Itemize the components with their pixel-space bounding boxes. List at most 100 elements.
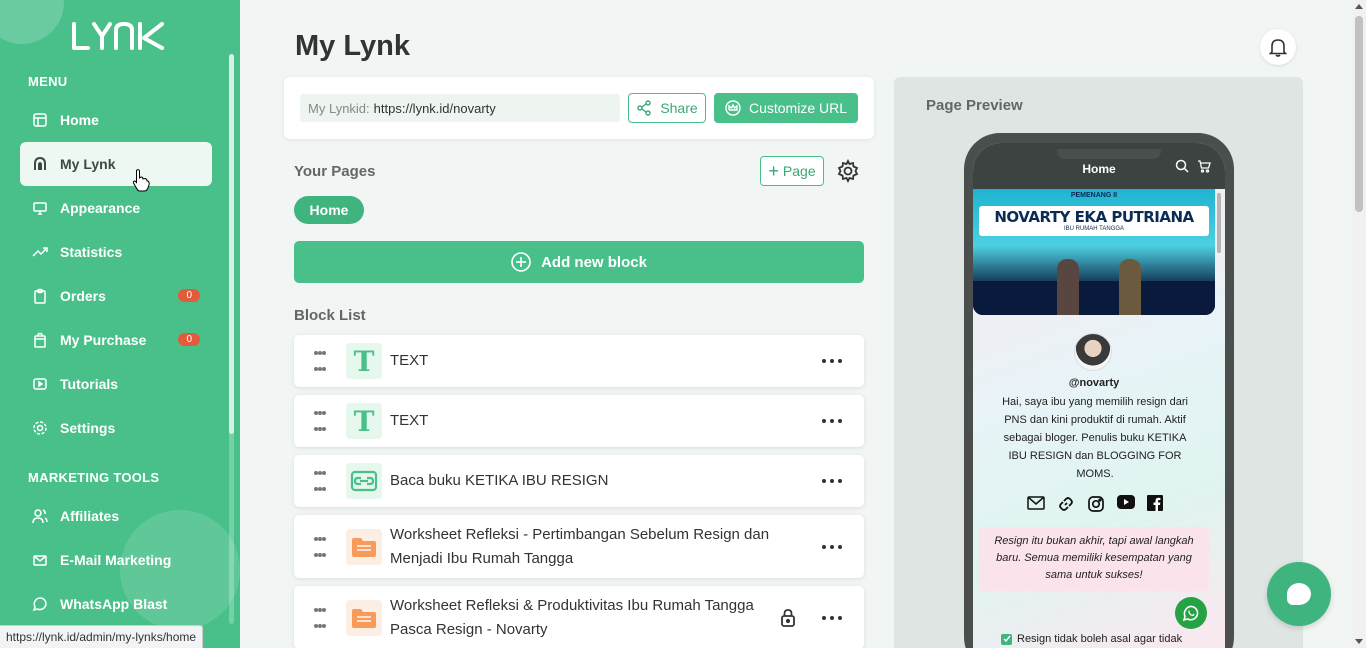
phone-screen[interactable]: Home PEMENANG II NOVARTY EKA PUTRIANA IB… xyxy=(973,143,1225,648)
whatsapp-float-button[interactable] xyxy=(1175,597,1207,629)
phone-scrollbar[interactable] xyxy=(1217,193,1221,253)
sidebar-item-appearance[interactable]: Appearance xyxy=(20,186,212,230)
sidebar-item-email-marketing[interactable]: E-Mail Marketing xyxy=(20,538,212,582)
whatsapp-icon xyxy=(1182,605,1199,622)
add-page-label: Page xyxy=(782,163,816,179)
chat-support-button[interactable] xyxy=(1267,562,1331,626)
more-options-icon[interactable] xyxy=(822,544,842,549)
block-title: Worksheet Refleksi - Pertimbangan Sebelu… xyxy=(390,525,770,567)
lynk-logo[interactable] xyxy=(70,20,170,54)
tab-home[interactable]: Home xyxy=(294,196,364,224)
sidebar-item-settings[interactable]: Settings xyxy=(20,406,212,450)
facebook-icon[interactable] xyxy=(1147,495,1163,511)
avatar xyxy=(1074,333,1112,371)
page-preview-panel: Page Preview Home PEMENANG II NOVARTY EK… xyxy=(894,77,1303,648)
block-item[interactable]: Worksheet Refleksi & Produktivitas Ibu R… xyxy=(294,586,864,648)
lynk-url-value: https://lynk.id/novarty xyxy=(373,100,496,116)
search-icon[interactable] xyxy=(1175,159,1189,173)
sidebar-item-label: Home xyxy=(60,112,99,128)
checklist-item: Resign tidak boleh asal agar tidak xyxy=(1001,633,1182,645)
banner-stage xyxy=(973,281,1215,315)
more-options-icon[interactable] xyxy=(822,615,842,620)
add-page-button[interactable]: + Page xyxy=(760,156,824,186)
sidebar-item-affiliates[interactable]: Affiliates xyxy=(20,494,212,538)
sidebar-item-orders[interactable]: Orders 0 xyxy=(20,274,212,318)
youtube-icon[interactable] xyxy=(1117,495,1135,509)
plus-circle-icon xyxy=(511,252,531,272)
more-options-icon[interactable] xyxy=(822,359,842,363)
users-icon xyxy=(32,508,48,524)
block-item[interactable]: T TEXT xyxy=(294,395,864,447)
block-item[interactable]: Baca buku KETIKA IBU RESIGN xyxy=(294,455,864,507)
sidebar-item-my-lynk[interactable]: My Lynk xyxy=(20,142,212,192)
your-pages-heading: Your Pages xyxy=(294,163,376,180)
banner-person xyxy=(1057,259,1079,315)
lynk-url-card: My Lynkid: https://lynk.id/novarty Share… xyxy=(284,77,874,139)
lock-icon xyxy=(780,608,796,628)
lynk-icon xyxy=(32,156,48,172)
sidebar-item-label: My Lynk xyxy=(60,156,116,172)
cart-icon[interactable] xyxy=(1197,159,1211,173)
notification-button[interactable] xyxy=(1260,29,1296,65)
block-list-heading: Block List xyxy=(294,307,366,324)
chat-bubble-icon xyxy=(1287,583,1311,605)
drag-handle-icon[interactable] xyxy=(314,607,326,628)
block-title: TEXT xyxy=(390,352,429,369)
sidebar-item-home[interactable]: Home xyxy=(20,98,212,142)
drag-handle-icon[interactable] xyxy=(314,351,326,371)
play-icon xyxy=(32,376,48,392)
sidebar-item-my-purchase[interactable]: My Purchase 0 xyxy=(20,318,212,362)
more-options-icon[interactable] xyxy=(822,419,842,423)
marketing-tools-heading: MARKETING TOOLS xyxy=(28,470,160,485)
share-button[interactable]: Share xyxy=(628,93,706,123)
sidebar-item-label: Tutorials xyxy=(60,376,119,392)
sidebar-item-whatsapp-blast[interactable]: WhatsApp Blast xyxy=(20,582,212,626)
share-label: Share xyxy=(660,100,698,116)
sidebar-item-label: Statistics xyxy=(60,244,123,260)
menu-heading: MENU xyxy=(28,74,68,89)
instagram-icon[interactable] xyxy=(1087,495,1105,513)
sidebar-scrollbar-thumb[interactable] xyxy=(229,54,234,434)
monitor-icon xyxy=(32,200,48,216)
block-item[interactable]: T TEXT xyxy=(294,335,864,387)
sidebar-item-statistics[interactable]: Statistics xyxy=(20,230,212,274)
lynk-url-field[interactable]: My Lynkid: https://lynk.id/novarty xyxy=(300,94,620,122)
text-block-icon: T xyxy=(346,403,382,439)
crown-icon xyxy=(725,100,741,116)
add-new-block-label: Add new block xyxy=(541,253,647,271)
customize-url-button[interactable]: Customize URL xyxy=(714,93,858,123)
whatsapp-icon xyxy=(32,596,48,612)
sidebar-item-label: Appearance xyxy=(60,200,141,216)
customize-url-label: Customize URL xyxy=(748,100,848,116)
decor-bubble xyxy=(0,0,64,44)
plus-icon: + xyxy=(768,161,779,181)
page-title: My Lynk xyxy=(295,30,410,62)
add-new-block-button[interactable]: Add new block xyxy=(294,241,864,283)
sidebar-item-label: My Purchase xyxy=(60,332,147,348)
drag-handle-icon[interactable] xyxy=(314,411,326,431)
bag-icon xyxy=(32,332,48,348)
window-scrollbar[interactable] xyxy=(1352,0,1366,648)
drag-handle-icon[interactable] xyxy=(314,536,326,557)
bell-icon xyxy=(1269,39,1287,57)
link-block-icon xyxy=(346,463,382,499)
window-scrollbar-thumb[interactable] xyxy=(1355,16,1363,212)
scroll-down-arrow-icon[interactable] xyxy=(1355,639,1363,644)
link-icon[interactable] xyxy=(1057,495,1075,513)
drag-handle-icon[interactable] xyxy=(314,471,326,491)
scroll-up-arrow-icon[interactable] xyxy=(1355,4,1363,9)
page-settings-gear-icon[interactable] xyxy=(836,159,860,183)
lynk-url-label: My Lynkid: xyxy=(308,100,370,116)
banner-role: IBU RUMAH TANGGA xyxy=(1063,226,1125,232)
purchase-count-badge: 0 xyxy=(178,333,200,346)
block-item[interactable]: Worksheet Refleksi - Pertimbangan Sebelu… xyxy=(294,515,864,578)
sidebar-item-label: Affiliates xyxy=(60,508,120,524)
sidebar-item-tutorials[interactable]: Tutorials xyxy=(20,362,212,406)
more-options-icon[interactable] xyxy=(822,479,842,483)
mail-icon[interactable] xyxy=(1027,495,1045,511)
banner-person xyxy=(1119,259,1141,315)
gear-icon xyxy=(32,420,48,436)
phone-notch xyxy=(1057,149,1161,159)
sidebar-item-label: E-Mail Marketing xyxy=(60,552,172,568)
banner-name: NOVARTY EKA PUTRIANA xyxy=(994,208,1194,226)
